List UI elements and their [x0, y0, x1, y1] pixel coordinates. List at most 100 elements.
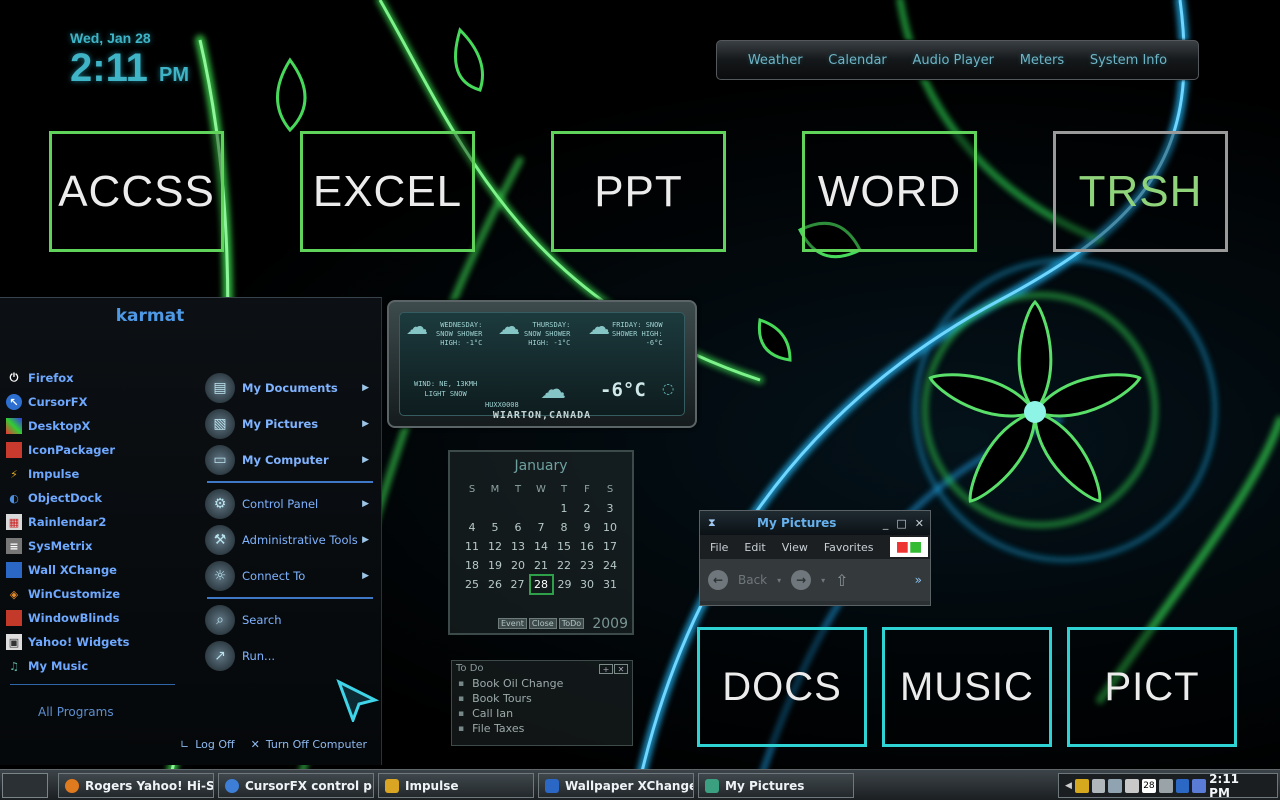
- task-impulse[interactable]: Impulse: [378, 773, 534, 798]
- start-item-my-documents[interactable]: ▤ My Documents ▶: [205, 370, 375, 406]
- calendar-day[interactable]: 2: [576, 499, 599, 518]
- forward-arrow-icon[interactable]: →: [791, 570, 812, 590]
- todo-item[interactable]: Call Ian: [458, 706, 632, 721]
- start-button[interactable]: [2, 773, 48, 798]
- calendar-day[interactable]: 1: [553, 499, 576, 518]
- calendar-close-button[interactable]: Close: [528, 618, 557, 629]
- log-off-button[interactable]: ∟ Log Off: [180, 738, 235, 751]
- window-menu-icon[interactable]: ⧗: [708, 516, 716, 530]
- chevron-down-icon[interactable]: ▾: [821, 576, 825, 585]
- calendar-day[interactable]: [484, 499, 507, 518]
- start-item-iconpackager[interactable]: IconPackager: [6, 438, 186, 462]
- start-item-wall-xchange[interactable]: Wall XChange: [6, 558, 186, 582]
- calendar-day[interactable]: [530, 499, 553, 518]
- calendar-day[interactable]: 21: [530, 556, 553, 575]
- calendar-day[interactable]: 29: [553, 575, 576, 594]
- tray-volume-icon[interactable]: [1108, 778, 1123, 793]
- tab-system-info[interactable]: System Info: [1090, 53, 1167, 68]
- tile-excel[interactable]: EXCEL: [300, 131, 475, 252]
- menu-view[interactable]: View: [782, 541, 808, 554]
- calendar-day[interactable]: 7: [530, 518, 553, 537]
- start-item-wincustomize[interactable]: ◈ WinCustomize: [6, 582, 186, 606]
- start-item-control-panel[interactable]: ⚙ Control Panel ▶: [205, 486, 375, 522]
- taskbar-clock[interactable]: 2:11 PM: [1209, 772, 1263, 800]
- chevron-down-icon[interactable]: ▾: [777, 576, 781, 585]
- task-cursorfx[interactable]: CursorFX control p...: [218, 773, 374, 798]
- chevron-more-icon[interactable]: »: [915, 573, 922, 587]
- calendar-day[interactable]: 30: [576, 575, 599, 594]
- calendar-day[interactable]: 6: [507, 518, 530, 537]
- tab-calendar[interactable]: Calendar: [828, 53, 886, 68]
- calendar-day[interactable]: [507, 499, 530, 518]
- calendar-day[interactable]: 11: [461, 537, 484, 556]
- all-programs-button[interactable]: All Programs: [38, 705, 114, 719]
- start-item-rainlendar2[interactable]: ▦ Rainlendar2: [6, 510, 186, 534]
- turn-off-button[interactable]: ✕ Turn Off Computer: [251, 738, 367, 751]
- calendar-day[interactable]: 13: [507, 537, 530, 556]
- tab-meters[interactable]: Meters: [1020, 53, 1064, 68]
- calendar-day[interactable]: 26: [484, 575, 507, 594]
- start-item-impulse[interactable]: ⚡ Impulse: [6, 462, 186, 486]
- tile-word[interactable]: WORD: [802, 131, 977, 252]
- start-item-my-music[interactable]: ♫ My Music: [6, 654, 186, 678]
- calendar-day[interactable]: 4: [461, 518, 484, 537]
- tray-security-icon[interactable]: [1125, 778, 1140, 793]
- start-item-connect-to[interactable]: ☼ Connect To ▶: [205, 558, 375, 594]
- tile-docs[interactable]: DOCS: [697, 627, 867, 747]
- start-item-my-pictures[interactable]: ▧ My Pictures ▶: [205, 406, 375, 442]
- start-item-windowblinds[interactable]: WindowBlinds: [6, 606, 186, 630]
- back-arrow-icon[interactable]: ←: [708, 570, 728, 590]
- calendar-day[interactable]: 9: [576, 518, 599, 537]
- start-item-desktopx[interactable]: DesktopX: [6, 414, 186, 438]
- close-icon[interactable]: ✕: [614, 664, 628, 674]
- tile-trash[interactable]: TRSH: [1053, 131, 1228, 252]
- calendar-day[interactable]: 5: [484, 518, 507, 537]
- start-item-search[interactable]: ⌕ Search: [205, 602, 375, 638]
- start-item-run[interactable]: ↗ Run...: [205, 638, 375, 674]
- todo-item[interactable]: File Taxes: [458, 721, 632, 736]
- chevron-left-icon[interactable]: ◀: [1065, 781, 1072, 791]
- calendar-day[interactable]: 17: [599, 537, 622, 556]
- calendar-day[interactable]: 27: [507, 575, 530, 594]
- calendar-day[interactable]: 31: [599, 575, 622, 594]
- task-rogers-yahoo[interactable]: Rogers Yahoo! Hi-S...: [58, 773, 214, 798]
- start-item-my-computer[interactable]: ▭ My Computer ▶: [205, 442, 375, 478]
- add-icon[interactable]: +: [599, 664, 613, 674]
- tab-audio-player[interactable]: Audio Player: [912, 53, 994, 68]
- tile-music[interactable]: MUSIC: [882, 627, 1052, 747]
- start-item-administrative-tools[interactable]: ⚒ Administrative Tools ▶: [205, 522, 375, 558]
- tray-settings-icon[interactable]: [1158, 778, 1173, 793]
- menu-favorites[interactable]: Favorites: [824, 541, 874, 554]
- back-button-label[interactable]: Back: [738, 573, 767, 587]
- start-item-sysmetrix[interactable]: ≡ SysMetrix: [6, 534, 186, 558]
- calendar-day[interactable]: 16: [576, 537, 599, 556]
- calendar-day[interactable]: 15: [553, 537, 576, 556]
- menu-edit[interactable]: Edit: [744, 541, 765, 554]
- calendar-day[interactable]: 19: [484, 556, 507, 575]
- tab-weather[interactable]: Weather: [748, 53, 803, 68]
- close-icon[interactable]: ✕: [915, 517, 924, 530]
- calendar-day[interactable]: 8: [553, 518, 576, 537]
- start-item-cursorfx[interactable]: ↖ CursorFX: [6, 390, 186, 414]
- task-my-pictures[interactable]: My Pictures: [698, 773, 854, 798]
- calendar-day[interactable]: 24: [599, 556, 622, 575]
- tile-ppt[interactable]: PPT: [551, 131, 726, 252]
- calendar-day[interactable]: 23: [576, 556, 599, 575]
- tray-network-icon[interactable]: [1091, 778, 1106, 793]
- minimize-icon[interactable]: _: [883, 517, 889, 530]
- calendar-day[interactable]: [461, 499, 484, 518]
- start-item-firefox[interactable]: ⏻ Firefox: [6, 366, 186, 390]
- calendar-day[interactable]: 14: [530, 537, 553, 556]
- start-item-objectdock[interactable]: ◐ ObjectDock: [6, 486, 186, 510]
- calendar-day[interactable]: 20: [507, 556, 530, 575]
- task-wallpaper-xchange[interactable]: Wallpaper XChange: [538, 773, 694, 798]
- todo-item[interactable]: Book Tours: [458, 691, 632, 706]
- tray-calendar-icon[interactable]: 28: [1142, 778, 1156, 793]
- refresh-icon[interactable]: ◌: [662, 381, 674, 397]
- calendar-day-today[interactable]: 28: [528, 574, 554, 595]
- tile-pict[interactable]: PICT: [1067, 627, 1237, 747]
- weather-widget[interactable]: ☁ WEDNESDAY: SNOW SHOWER HIGH: -1°C ☁ TH…: [387, 300, 697, 428]
- calendar-day[interactable]: 25: [461, 575, 484, 594]
- calendar-todo-button[interactable]: ToDo: [558, 618, 585, 629]
- maximize-icon[interactable]: □: [896, 517, 906, 530]
